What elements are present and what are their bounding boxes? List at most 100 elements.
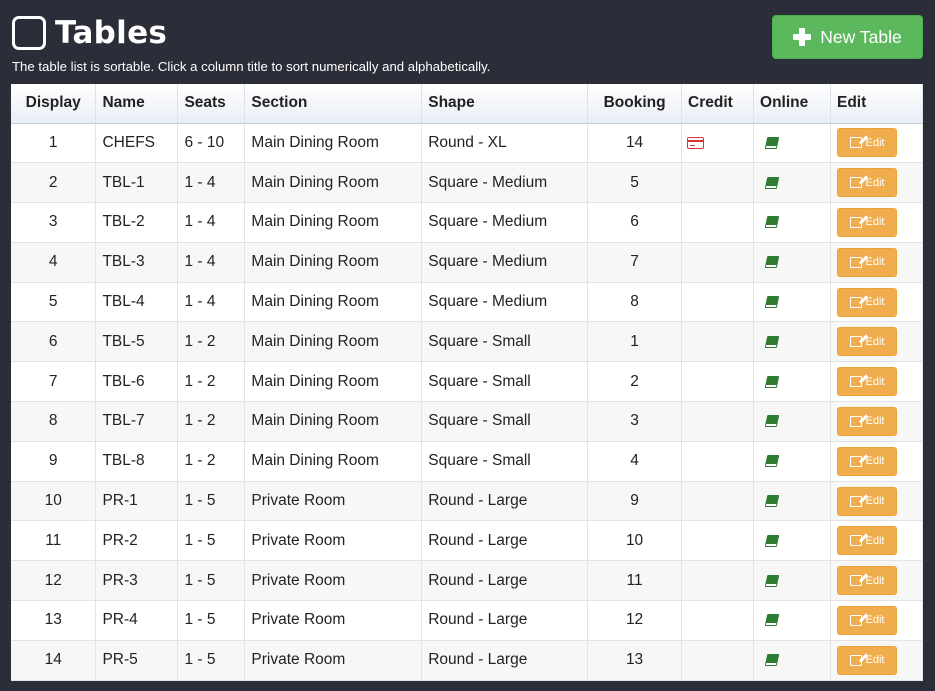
cell-section: Private Room <box>244 520 423 562</box>
book-icon <box>764 375 780 388</box>
table-row: 10 PR-1 1 - 5 Private Room Round - Large 9 Edi… <box>11 481 924 522</box>
edit-button[interactable]: Edit <box>836 486 897 516</box>
edit-icon <box>849 535 862 547</box>
cell-booking: 9 <box>587 481 683 522</box>
page-subtitle: The table list is sortable. Click a colu… <box>12 59 491 74</box>
cell-seats: 1 - 5 <box>177 520 246 562</box>
edit-button[interactable]: Edit <box>836 168 897 198</box>
cell-name: TBL-5 <box>95 321 179 363</box>
book-icon <box>764 494 780 507</box>
cell-credit <box>681 202 755 243</box>
cell-shape: Square - Small <box>421 401 589 442</box>
cell-shape: Square - Small <box>421 321 589 363</box>
cell-shape: Square - Small <box>421 361 589 403</box>
cell-seats: 1 - 2 <box>177 401 246 442</box>
cell-display: 2 <box>11 162 97 204</box>
page-title-text: Tables <box>55 15 168 51</box>
cell-name: PR-2 <box>95 520 179 562</box>
cell-online <box>753 481 831 522</box>
edit-button[interactable]: Edit <box>836 406 897 436</box>
cell-seats: 1 - 4 <box>177 202 246 243</box>
column-header-name[interactable]: Name <box>95 84 179 124</box>
cell-name: TBL-2 <box>95 202 179 243</box>
column-header-section[interactable]: Section <box>244 84 423 124</box>
cell-seats: 1 - 4 <box>177 242 246 283</box>
cell-edit: Edit <box>830 401 924 442</box>
cell-online <box>753 242 831 283</box>
edit-button[interactable]: Edit <box>836 605 897 635</box>
cell-seats: 1 - 4 <box>177 282 246 323</box>
cell-section: Private Room <box>244 560 423 602</box>
edit-button[interactable]: Edit <box>836 207 897 237</box>
column-header-shape[interactable]: Shape <box>421 84 589 124</box>
cell-edit: Edit <box>830 162 924 204</box>
cell-edit: Edit <box>830 361 924 403</box>
cell-online <box>753 162 831 204</box>
new-table-button[interactable]: New Table <box>772 15 923 59</box>
column-header-credit[interactable]: Credit <box>681 84 755 124</box>
credit-card-icon <box>687 136 705 149</box>
cell-booking: 7 <box>587 242 683 283</box>
cell-credit <box>681 123 755 164</box>
cell-name: TBL-4 <box>95 282 179 323</box>
column-header-online[interactable]: Online <box>753 84 831 124</box>
cell-section: Private Room <box>244 481 423 522</box>
cell-edit: Edit <box>830 441 924 482</box>
cell-edit: Edit <box>830 321 924 363</box>
cell-edit: Edit <box>830 640 924 681</box>
edit-button[interactable]: Edit <box>836 367 897 397</box>
table-row: 9 TBL-8 1 - 2 Main Dining Room Square - Smal… <box>11 441 924 482</box>
table-row: 3 TBL-2 1 - 4 Main Dining Room Square - Medi… <box>11 202 924 243</box>
table-row: 6 TBL-5 1 - 2 Main Dining Room Square - Smal… <box>11 321 924 363</box>
edit-button[interactable]: Edit <box>836 526 897 556</box>
cell-section: Main Dining Room <box>244 282 423 323</box>
cell-online <box>753 321 831 363</box>
cell-booking: 1 <box>587 321 683 363</box>
cell-seats: 6 - 10 <box>177 123 246 164</box>
edit-button-label: Edit <box>865 534 885 547</box>
cell-credit <box>681 242 755 283</box>
book-icon <box>764 176 780 189</box>
cell-edit: Edit <box>830 520 924 562</box>
cell-edit: Edit <box>830 600 924 641</box>
edit-button[interactable]: Edit <box>836 247 897 277</box>
cell-shape: Square - Medium <box>421 162 589 204</box>
cell-section: Main Dining Room <box>244 242 423 283</box>
column-header-display[interactable]: Display <box>11 84 97 124</box>
cell-shape: Square - Medium <box>421 242 589 283</box>
page-title: Tables <box>12 14 167 52</box>
edit-button[interactable]: Edit <box>836 327 897 357</box>
cell-display: 13 <box>11 600 97 641</box>
edit-icon <box>849 376 862 388</box>
edit-icon <box>849 575 862 587</box>
cell-display: 12 <box>11 560 97 602</box>
edit-button-label: Edit <box>865 574 885 587</box>
cell-booking: 4 <box>587 441 683 482</box>
edit-button[interactable]: Edit <box>836 566 897 596</box>
column-header-edit[interactable]: Edit <box>830 84 924 124</box>
cell-seats: 1 - 5 <box>177 481 246 522</box>
column-header-booking[interactable]: Booking <box>587 84 683 124</box>
edit-button[interactable]: Edit <box>836 446 897 476</box>
table-row: 11 PR-2 1 - 5 Private Room Round - Large 10 Ed… <box>11 520 924 562</box>
cell-name: TBL-1 <box>95 162 179 204</box>
edit-button-label: Edit <box>865 375 885 388</box>
cell-booking: 6 <box>587 202 683 243</box>
edit-icon <box>849 614 862 626</box>
edit-button[interactable]: Edit <box>836 287 897 317</box>
edit-icon <box>849 296 862 308</box>
cell-section: Main Dining Room <box>244 361 423 403</box>
table-row: 13 PR-4 1 - 5 Private Room Round - Large 12 Ed… <box>11 600 924 641</box>
cell-seats: 1 - 5 <box>177 640 246 681</box>
edit-button[interactable]: Edit <box>836 645 897 675</box>
cell-name: CHEFS <box>95 123 179 164</box>
edit-icon <box>849 455 862 467</box>
column-header-seats[interactable]: Seats <box>177 84 246 124</box>
cell-name: PR-5 <box>95 640 179 681</box>
table-row: 12 PR-3 1 - 5 Private Room Round - Large 11 Ed… <box>11 560 924 602</box>
book-icon <box>764 256 780 269</box>
cell-online <box>753 401 831 442</box>
cell-display: 3 <box>11 202 97 243</box>
cell-display: 11 <box>11 520 97 562</box>
edit-button[interactable]: Edit <box>836 128 897 158</box>
